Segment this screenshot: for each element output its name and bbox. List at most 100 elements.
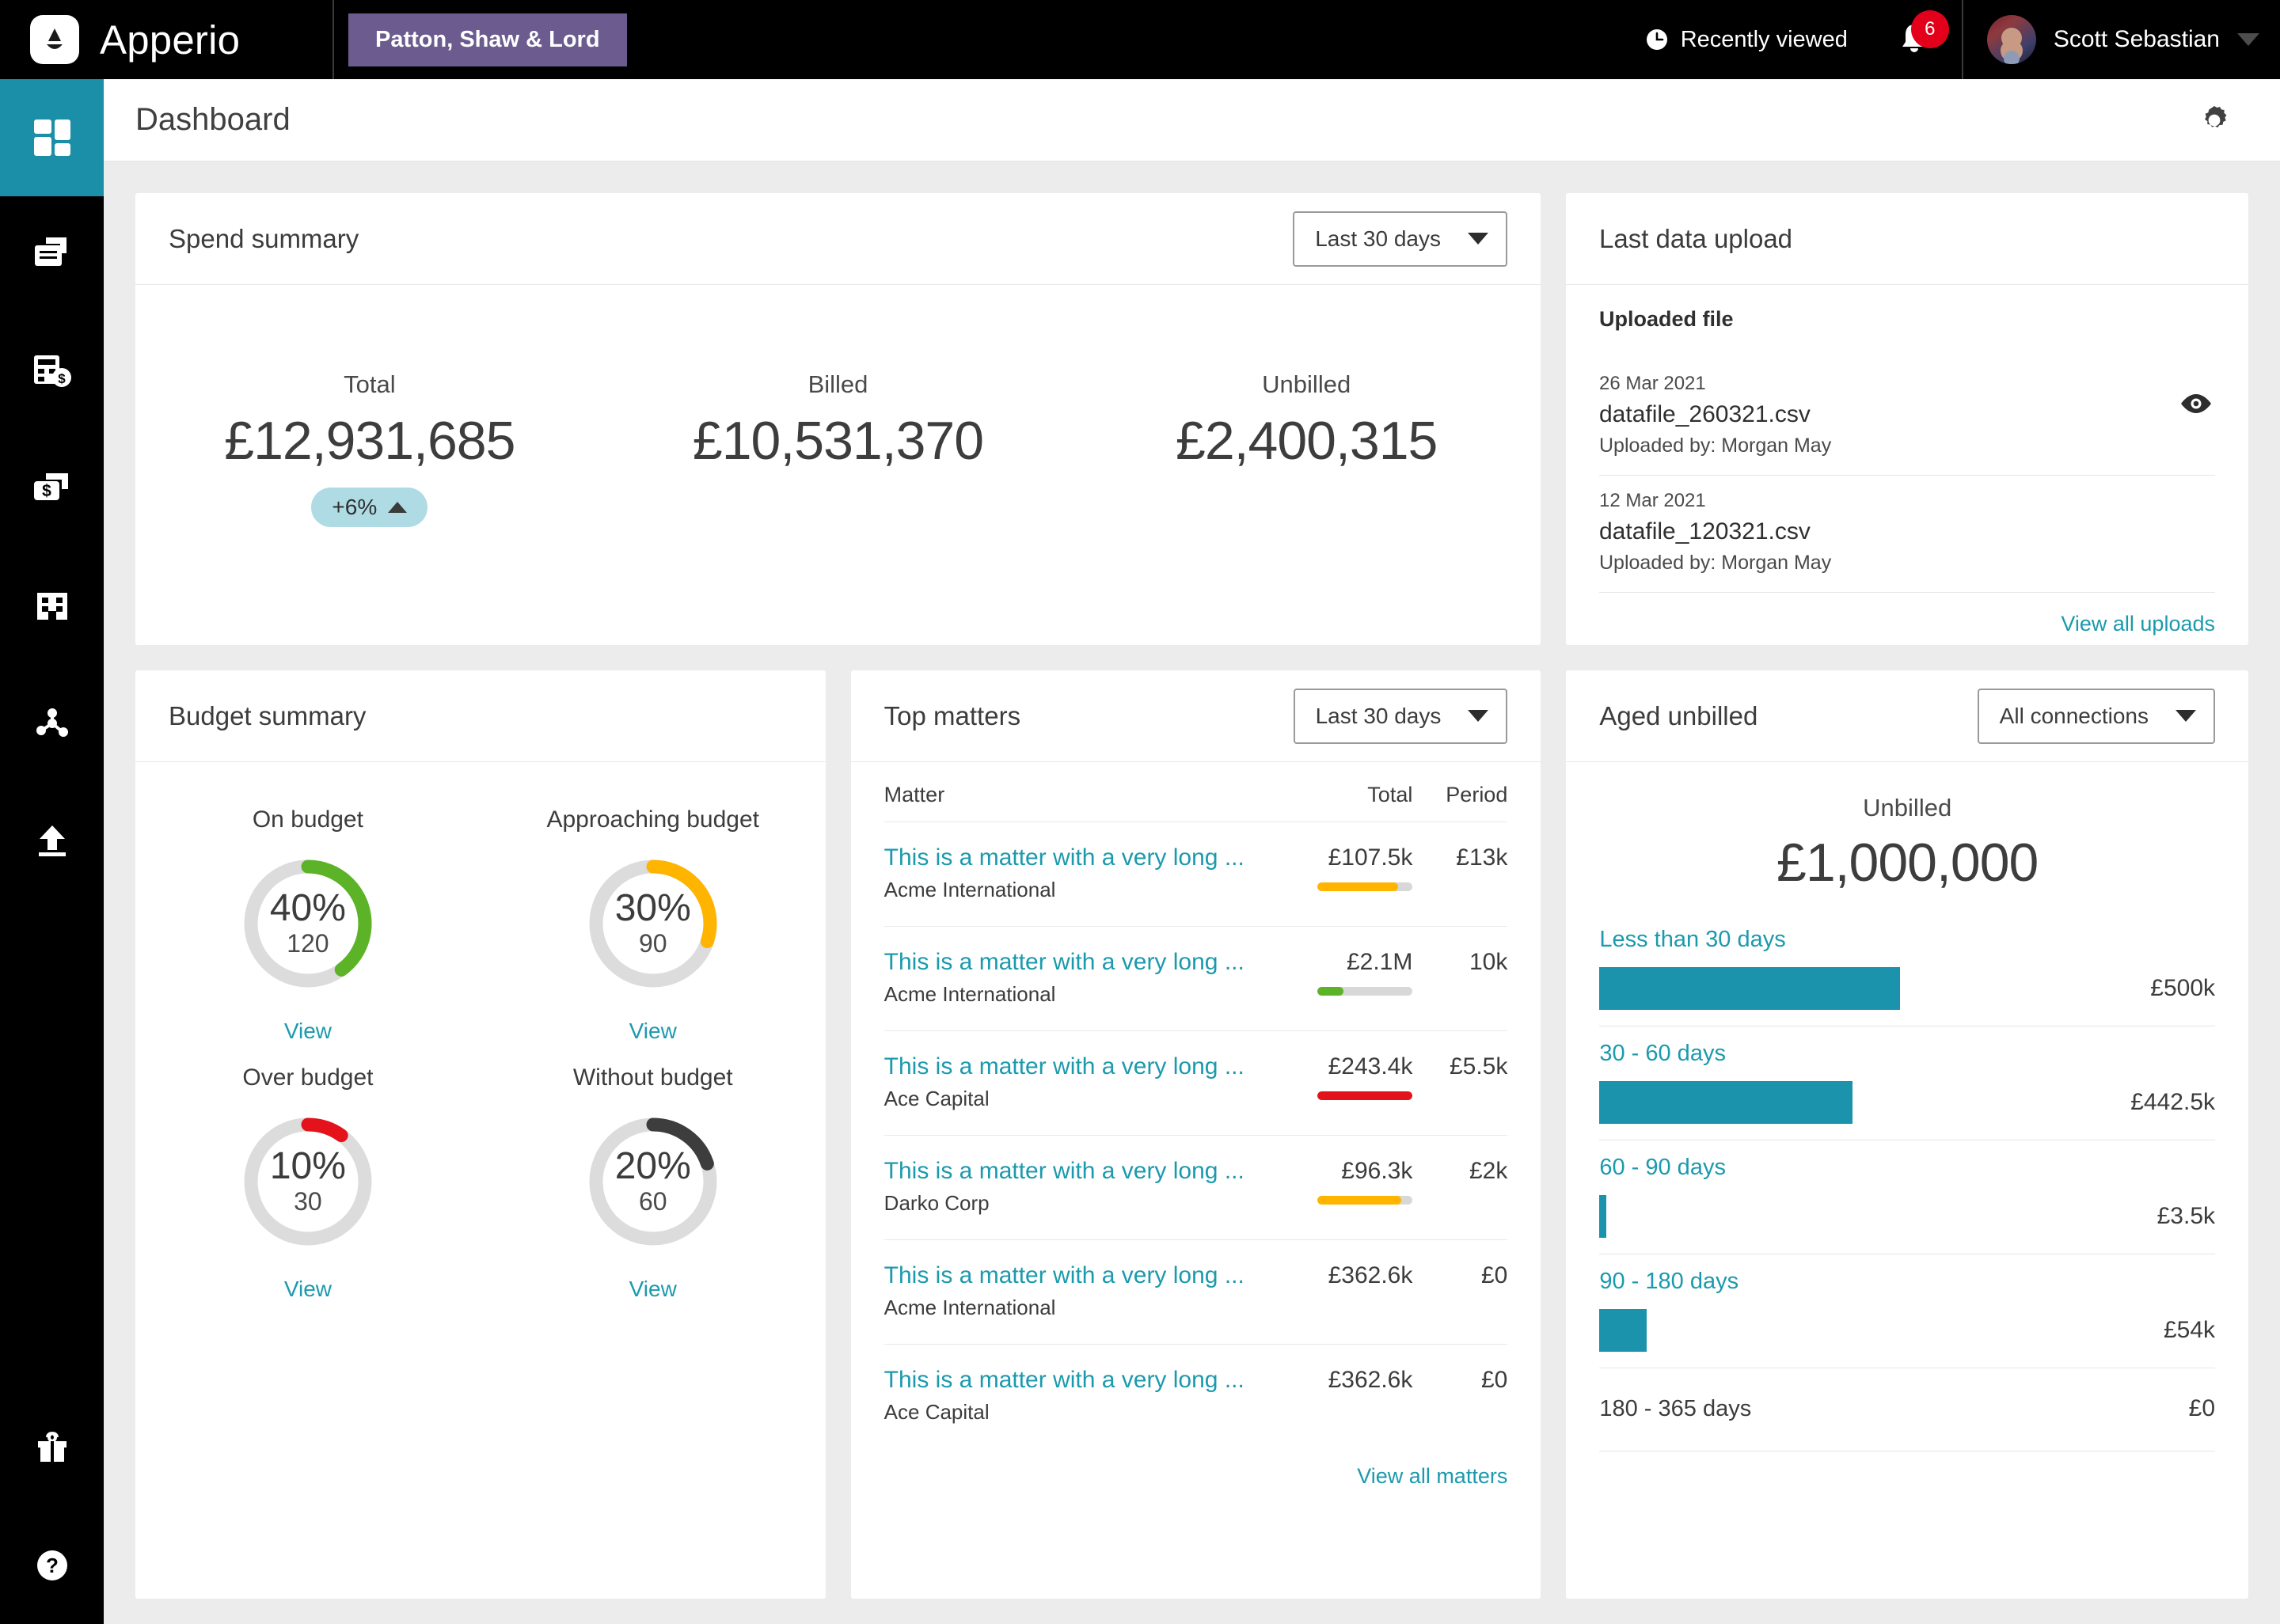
matter-name-link[interactable]: This is a matter with a very long ... <box>884 1158 1255 1185</box>
table-row[interactable]: This is a matter with a very long ... Ac… <box>884 926 1508 1030</box>
matter-client: Acme International <box>884 982 1056 1006</box>
sidebar-item-matters[interactable] <box>0 196 104 313</box>
aged-unbilled-connection-select[interactable]: All connections <box>1977 688 2216 744</box>
matter-total: £362.6k <box>1328 1367 1413 1393</box>
donut-view-link[interactable]: View <box>135 1277 481 1302</box>
help-question-icon: ? <box>31 1544 74 1587</box>
aged-bucket-amount: £500k <box>2150 975 2216 1001</box>
sidebar-item-connections[interactable] <box>0 665 104 782</box>
aged-bucket-label[interactable]: 60 - 90 days <box>1599 1155 2215 1181</box>
budget-donut-grid: On budget 40% 120 View Approaching budge… <box>135 762 826 1302</box>
donut-view-link[interactable]: View <box>135 1019 481 1044</box>
aged-bucket-row[interactable]: Less than 30 days £500k <box>1599 913 2216 1026</box>
eye-icon[interactable] <box>2179 392 2214 415</box>
spend-delta-value: +6% <box>332 495 378 519</box>
table-row[interactable]: This is a matter with a very long ... Ac… <box>884 1239 1508 1344</box>
upload-author: Uploaded by: Morgan May <box>1599 434 1832 457</box>
matter-client: Darko Corp <box>884 1191 990 1215</box>
table-row[interactable]: This is a matter with a very long ... Ac… <box>884 1030 1508 1135</box>
spend-summary-period-value: Last 30 days <box>1315 226 1441 251</box>
upload-icon <box>31 819 74 862</box>
aged-bucket-amount: £3.5k <box>2156 1203 2216 1229</box>
column-header-period: Period <box>1446 783 1508 806</box>
sidebar-item-invoices[interactable]: $ <box>0 431 104 548</box>
upload-author: Uploaded by: Morgan May <box>1599 552 1832 574</box>
matter-client: Ace Capital <box>884 1400 990 1424</box>
donut-view-link[interactable]: View <box>481 1019 826 1044</box>
top-matters-period-select[interactable]: Last 30 days <box>1293 688 1508 744</box>
sidebar-item-dashboard[interactable] <box>0 79 104 196</box>
aged-bucket-row[interactable]: 30 - 60 days £442.5k <box>1599 1026 2216 1140</box>
donut-percent: 20% <box>614 1145 691 1188</box>
matter-period: £2k <box>1469 1158 1508 1184</box>
aged-bucket-bar <box>1599 1309 1647 1352</box>
top-matters-card: Top matters Last 30 days Matter Total Pe… <box>850 670 1541 1599</box>
table-row[interactable]: This is a matter with a very long ... Ac… <box>884 821 1508 926</box>
matter-total: £362.6k <box>1328 1262 1413 1288</box>
matter-total: £96.3k <box>1341 1158 1413 1184</box>
sidebar-item-firms[interactable] <box>0 548 104 665</box>
budget-donut-approaching-budget: Approaching budget 30% 90 View <box>481 786 826 1044</box>
donut-chart: 30% 90 <box>582 852 724 995</box>
table-row[interactable]: This is a matter with a very long ... Da… <box>884 1135 1508 1239</box>
sidebar-item-help[interactable]: ? <box>0 1507 104 1624</box>
matter-period: £0 <box>1480 1262 1508 1288</box>
upload-list-item[interactable]: 26 Mar 2021 datafile_260321.csv Uploaded… <box>1599 359 2215 476</box>
aged-bucket-bar <box>1599 1081 1853 1124</box>
invoices-dollar-icon: $ <box>30 467 74 511</box>
donut-chart: 20% 60 <box>582 1110 724 1253</box>
svg-text:?: ? <box>46 1554 59 1577</box>
gear-icon[interactable] <box>2198 104 2231 137</box>
matter-client: Ace Capital <box>884 1087 990 1110</box>
matter-name-link[interactable]: This is a matter with a very long ... <box>884 844 1255 871</box>
aged-total-value: £1,000,000 <box>1776 833 2039 893</box>
aged-bucket-label[interactable]: 30 - 60 days <box>1599 1041 2215 1067</box>
sidebar-item-upload[interactable] <box>0 782 104 899</box>
clock-icon <box>1644 27 1670 52</box>
recently-viewed-button[interactable]: Recently viewed <box>1644 27 1848 53</box>
sidebar-item-referrals[interactable] <box>0 1390 104 1507</box>
matter-period: 10k <box>1469 949 1508 975</box>
firms-building-icon <box>31 585 74 628</box>
matter-name-link[interactable]: This is a matter with a very long ... <box>884 949 1255 976</box>
spend-summary-period-select[interactable]: Last 30 days <box>1293 211 1507 267</box>
matter-name-link[interactable]: This is a matter with a very long ... <box>884 1367 1255 1394</box>
budget-donut-over-budget: Over budget 10% 30 View <box>135 1044 481 1302</box>
aged-bucket-row[interactable]: 90 - 180 days £54k <box>1599 1254 2216 1368</box>
matter-name-link[interactable]: This is a matter with a very long ... <box>884 1262 1255 1289</box>
table-row[interactable]: This is a matter with a very long ... Ac… <box>884 1344 1508 1448</box>
view-all-uploads-link[interactable]: View all uploads <box>1599 593 2215 636</box>
spend-metric-label: Unbilled <box>1262 370 1351 398</box>
donut-view-link[interactable]: View <box>481 1277 826 1302</box>
aged-bucket-label: 180 - 365 days <box>1599 1395 1752 1421</box>
matter-client: Acme International <box>884 878 1056 901</box>
donut-chart: 40% 120 <box>237 852 379 995</box>
notifications-button[interactable]: 6 <box>1897 10 1949 58</box>
aged-bucket-row[interactable]: 60 - 90 days £3.5k <box>1599 1140 2216 1254</box>
brand[interactable]: Apperio <box>0 15 332 64</box>
firm-tab[interactable]: Patton, Shaw & Lord <box>348 13 627 66</box>
budget-summary-header: Budget summary <box>135 670 826 762</box>
avatar <box>1986 15 2036 64</box>
aged-bucket-barline: £3.5k <box>1599 1195 2215 1238</box>
matter-name-link[interactable]: This is a matter with a very long ... <box>884 1053 1255 1080</box>
upload-filename: datafile_120321.csv <box>1599 518 1811 544</box>
dashboard-row-top: Spend summary Last 30 days Total £12,931… <box>135 193 2248 645</box>
header-divider-left <box>332 0 334 79</box>
matter-budget-bar <box>1317 1196 1413 1205</box>
matters-documents-icon <box>30 233 74 277</box>
page-title: Dashboard <box>135 102 291 137</box>
gift-icon <box>32 1428 73 1469</box>
notification-badge: 6 <box>1910 10 1949 48</box>
aged-bucket-barline: £442.5k <box>1599 1081 2215 1124</box>
view-all-matters-link[interactable]: View all matters <box>851 1448 1541 1489</box>
aged-bucket-label[interactable]: 90 - 180 days <box>1599 1269 2215 1295</box>
sidebar-item-budgets[interactable]: $ <box>0 313 104 431</box>
aged-bucket-label[interactable]: Less than 30 days <box>1599 927 2215 953</box>
chevron-down-icon[interactable] <box>2237 33 2259 46</box>
donut-center-text: 20% 60 <box>582 1110 724 1253</box>
matter-total: £2.1M <box>1346 949 1413 975</box>
user-menu[interactable]: Scott Sebastian <box>1963 15 2280 64</box>
aged-bucket-amount: £442.5k <box>2130 1089 2216 1115</box>
upload-list-item[interactable]: 12 Mar 2021 datafile_120321.csv Uploaded… <box>1599 476 2215 593</box>
